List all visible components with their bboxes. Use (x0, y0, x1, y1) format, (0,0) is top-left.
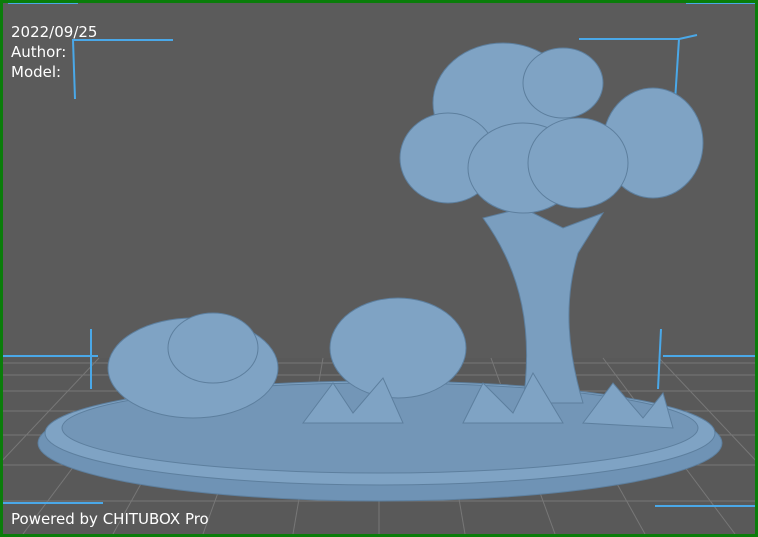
author-label: Author: (11, 43, 67, 61)
model-label: Model: (11, 63, 62, 81)
date-text: 2022/09/25 (11, 23, 98, 41)
scene (3, 3, 755, 534)
model-info-overlay: 2022/09/25 Author: Model: (11, 22, 97, 82)
powered-by-text: Powered by CHITUBOX Pro (11, 510, 209, 528)
3d-model-tree-diorama (37, 42, 723, 502)
3d-viewport[interactable]: 2022/09/25 Author: Model: Powered by CHI… (0, 0, 758, 537)
